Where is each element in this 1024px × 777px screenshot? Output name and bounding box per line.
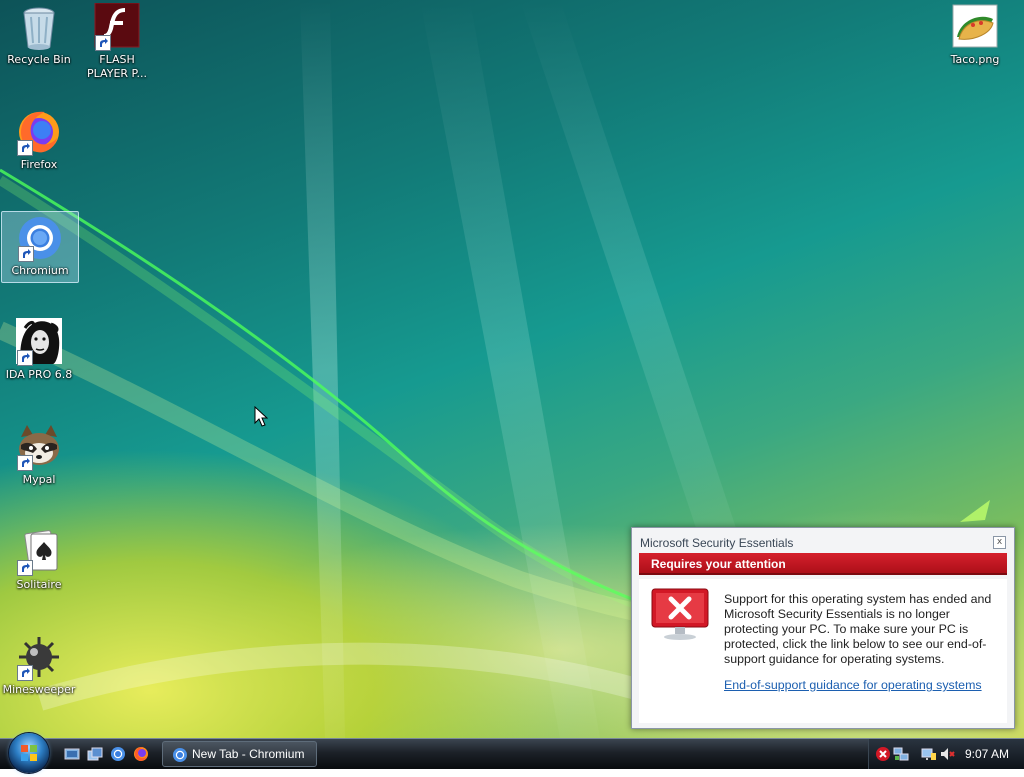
desktop-icon-label: Mypal bbox=[22, 473, 56, 486]
desktop-icon-label: Taco.png bbox=[950, 53, 1000, 66]
desktop-icon-label: Firefox bbox=[20, 158, 58, 171]
desktop-icon-flash-player[interactable]: FLASH PLAYER P... bbox=[79, 2, 155, 80]
desktop-icon-taco-png[interactable]: Taco.png bbox=[937, 3, 1013, 73]
notification-banner: Requires your attention bbox=[639, 553, 1007, 575]
taskbar-button-chromium[interactable]: New Tab - Chromium bbox=[162, 741, 317, 767]
action-center-icon[interactable] bbox=[921, 746, 937, 762]
network-icon[interactable] bbox=[893, 746, 909, 762]
shortcut-arrow-icon bbox=[17, 665, 33, 681]
taco-image-icon bbox=[952, 4, 998, 48]
shortcut-arrow-icon bbox=[17, 350, 33, 366]
security-alert-icon[interactable] bbox=[875, 746, 891, 762]
shortcut-arrow-icon bbox=[95, 35, 111, 51]
notification-message: Support for this operating system has en… bbox=[724, 592, 992, 666]
start-button[interactable] bbox=[9, 733, 49, 773]
chromium-icon bbox=[173, 748, 187, 762]
chromium-icon[interactable] bbox=[110, 746, 126, 762]
notification-body: Support for this operating system has en… bbox=[639, 579, 1007, 723]
desktop-icon-minesweeper[interactable]: Minesweeper bbox=[1, 633, 77, 703]
notification-close-button[interactable]: x bbox=[993, 536, 1006, 549]
desktop-icon-label: Recycle Bin bbox=[7, 53, 71, 66]
desktop-icon-label: Minesweeper bbox=[2, 683, 76, 696]
taskbar: New Tab - Chromium 9:07 AM bbox=[0, 733, 1024, 773]
taskbar-button-label: New Tab - Chromium bbox=[192, 747, 305, 761]
desktop-icon-chromium[interactable]: Chromium bbox=[1, 211, 79, 283]
desktop-icon-label: FLASH PLAYER P... bbox=[87, 53, 147, 80]
desktop-icon-ida-pro[interactable]: IDA PRO 6.8 bbox=[1, 318, 77, 388]
desktop-icon-label: Solitaire bbox=[16, 578, 62, 591]
notification-app-title: Microsoft Security Essentials bbox=[640, 536, 794, 550]
switch-windows-icon[interactable] bbox=[87, 746, 103, 762]
desktop-icon-label: IDA PRO 6.8 bbox=[5, 368, 73, 381]
mouse-pointer-icon bbox=[254, 406, 268, 427]
taskbar-clock[interactable]: 9:07 AM bbox=[965, 739, 1009, 769]
pc-at-risk-icon bbox=[651, 588, 709, 640]
shortcut-arrow-icon bbox=[17, 455, 33, 471]
volume-muted-icon[interactable] bbox=[939, 746, 955, 762]
windows-logo-icon bbox=[21, 745, 37, 761]
security-notification: Microsoft Security Essentials x Requires… bbox=[631, 527, 1015, 729]
shortcut-arrow-icon bbox=[17, 560, 33, 576]
shortcut-arrow-icon bbox=[17, 140, 33, 156]
system-tray: 9:07 AM bbox=[868, 739, 1024, 769]
show-desktop-icon[interactable] bbox=[64, 746, 80, 762]
desktop[interactable]: Recycle Bin FLASH PLAYER P... Firefox Ch… bbox=[0, 0, 1024, 738]
desktop-icon-label: Chromium bbox=[11, 264, 69, 277]
desktop-icon-firefox[interactable]: Firefox bbox=[1, 108, 77, 178]
desktop-icon-solitaire[interactable]: Solitaire bbox=[1, 528, 77, 598]
firefox-icon[interactable] bbox=[133, 746, 149, 762]
shortcut-arrow-icon bbox=[18, 246, 34, 262]
desktop-icon-mypal[interactable]: Mypal bbox=[1, 423, 77, 493]
desktop-icon-recycle-bin[interactable]: Recycle Bin bbox=[1, 3, 77, 73]
recycle-bin-icon bbox=[23, 7, 55, 50]
end-of-support-link[interactable]: End-of-support guidance for operating sy… bbox=[724, 678, 982, 692]
